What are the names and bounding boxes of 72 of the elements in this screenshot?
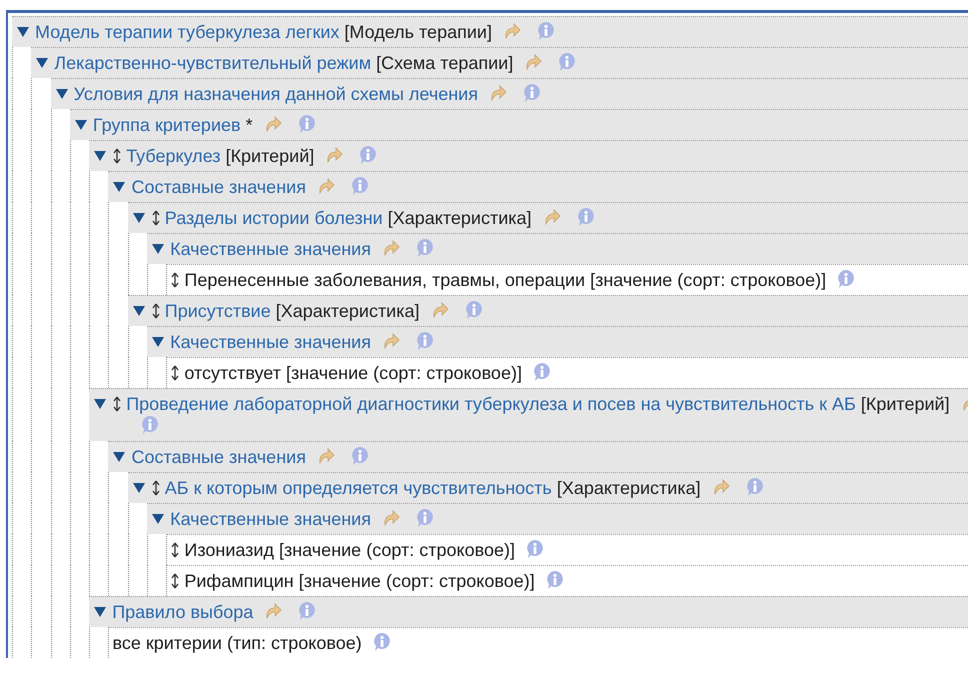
info-icon[interactable] (414, 508, 435, 528)
expand-toggle-icon[interactable] (93, 149, 108, 163)
info-icon[interactable] (557, 52, 578, 72)
info-icon[interactable] (464, 300, 484, 320)
info-icon[interactable] (576, 207, 596, 227)
node-type-label: [Критерий] (860, 394, 950, 414)
info-icon[interactable] (536, 21, 556, 41)
node-type-label: [Характеристика] (556, 478, 701, 498)
expand-toggle-icon[interactable] (132, 481, 146, 495)
value-label: Рифампицин [значение (сорт: строковое)] (184, 571, 535, 591)
move-handle-icon[interactable] (152, 480, 160, 496)
node-name-link[interactable]: Разделы истории болезни (164, 208, 383, 228)
info-icon[interactable] (836, 269, 856, 289)
node-name-link[interactable]: Качественные значения (170, 239, 371, 259)
expand-toggle-icon[interactable] (132, 211, 146, 225)
node-name-link[interactable]: Составные значения (131, 447, 306, 467)
value-label: Изониазид [значение (сорт: строковое)] (184, 540, 515, 560)
info-icon[interactable] (525, 539, 545, 559)
expand-toggle-icon[interactable] (93, 397, 108, 411)
info-icon[interactable] (358, 145, 378, 165)
move-handle-icon[interactable] (171, 542, 180, 558)
move-handle-icon[interactable] (171, 272, 180, 288)
move-handle-icon[interactable] (171, 365, 180, 381)
expand-toggle-icon[interactable] (16, 25, 30, 39)
node-name-link[interactable]: Качественные значения (170, 509, 371, 529)
node-name-link[interactable]: Модель терапии туберкулеза легких (35, 22, 340, 42)
value-label: Перенесенные заболевания, травмы, операции [значение (сорт: строковое)] (184, 270, 826, 290)
info-icon[interactable] (372, 632, 392, 652)
info-icon[interactable] (544, 570, 565, 590)
node-type-label: [Критерий] (226, 146, 314, 166)
node-type-label: * (246, 115, 253, 135)
node-name-link[interactable]: Лекарственно-чувствительный режим (54, 53, 372, 73)
move-handle-icon[interactable] (113, 148, 122, 164)
node-type-label: [Модель терапии] (344, 22, 492, 42)
node-name-link[interactable]: Качественные значения (170, 332, 371, 352)
expand-toggle-icon[interactable] (151, 335, 166, 349)
info-icon[interactable] (350, 176, 370, 196)
node-name-link[interactable]: АБ к которым определяется чувствительность (164, 478, 552, 498)
expand-toggle-icon[interactable] (74, 118, 88, 132)
value-label: отсутствует [значение (сорт: строковое)] (184, 363, 522, 383)
expand-toggle-icon[interactable] (112, 180, 126, 194)
expand-toggle-icon[interactable] (151, 242, 166, 256)
value-label: все критерии (тип: строковое) (112, 633, 362, 653)
move-handle-icon[interactable] (152, 210, 160, 226)
info-icon[interactable] (414, 238, 435, 258)
info-icon[interactable] (296, 114, 317, 134)
node-name-link[interactable]: Правило выбора (112, 602, 254, 622)
node-name-link[interactable]: Туберкулез (126, 146, 221, 166)
info-icon[interactable] (532, 362, 552, 382)
move-handle-icon[interactable] (152, 303, 160, 319)
node-type-label: [Схема терапии] (376, 53, 514, 73)
expand-toggle-icon[interactable] (132, 304, 146, 318)
node-name-link[interactable]: Группа критериев (92, 115, 241, 135)
expand-toggle-icon[interactable] (112, 450, 126, 464)
info-icon[interactable] (522, 83, 542, 103)
info-icon[interactable] (744, 477, 765, 497)
expand-toggle-icon[interactable] (93, 605, 108, 619)
node-type-label: [Характеристика] (388, 208, 532, 228)
info-icon[interactable] (140, 415, 160, 435)
move-handle-icon[interactable] (171, 573, 180, 589)
node-name-link[interactable]: Составные значения (131, 177, 306, 197)
info-icon[interactable] (414, 331, 435, 351)
expand-toggle-icon[interactable] (54, 87, 69, 101)
node-type-label: [Характеристика] (276, 301, 420, 321)
move-handle-icon[interactable] (113, 396, 122, 412)
node-name-link[interactable]: Присутствие (164, 301, 271, 321)
node-name-link[interactable]: Проведение лабораторной диагностики туберкулеза и посев на чувствительность к АБ (126, 394, 856, 414)
expand-toggle-icon[interactable] (35, 56, 50, 70)
expand-toggle-icon[interactable] (151, 512, 166, 526)
info-icon[interactable] (297, 601, 318, 621)
node-name-link[interactable]: Условия для назначения данной схемы лечения (74, 84, 478, 104)
info-icon[interactable] (350, 446, 370, 466)
